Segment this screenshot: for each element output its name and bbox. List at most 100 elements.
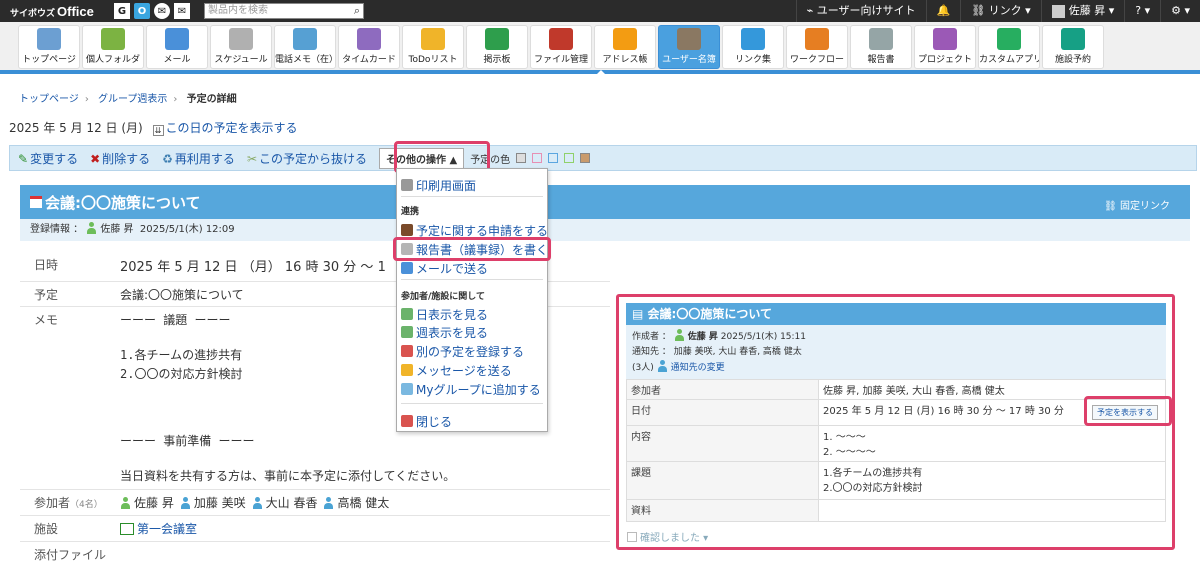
calendar-icon — [30, 196, 42, 208]
delete-button[interactable]: ✖ 削除する — [90, 150, 150, 167]
app-timecard[interactable]: タイムカード — [338, 25, 400, 69]
app-home[interactable]: トップページ — [18, 25, 80, 69]
app-label: ToDoリスト — [408, 55, 458, 65]
menu-day-view[interactable]: 日表示を見る — [401, 306, 488, 323]
stamp-icon — [401, 224, 413, 236]
nav-collapse-arrow[interactable] — [596, 70, 606, 75]
facility-label: 施設 — [34, 522, 59, 536]
popup-row: 参加者 佐藤 昇, 加藤 美咲, 大山 春香, 高橋 健太 — [626, 379, 1166, 400]
edit-button[interactable]: ✎ 変更する — [18, 150, 78, 167]
menu-add-mygroup[interactable]: Myグループに追加する — [401, 381, 541, 398]
show-schedule-button[interactable]: 予定を表示する — [1092, 405, 1158, 420]
more-actions-button[interactable]: その他の操作 ▲ — [379, 147, 465, 169]
link-menu[interactable]: ⛓ リンク ▾ — [960, 0, 1041, 22]
leave-button[interactable]: ✂ この予定から抜ける — [247, 150, 367, 167]
logo-main-text: Office — [57, 3, 94, 19]
breadcrumb-group-week[interactable]: グループ週表示 — [98, 94, 167, 105]
help-icon[interactable]: ? ▾ — [1124, 0, 1160, 22]
menu-mygroup-label: Myグループに追加する — [416, 383, 541, 397]
menu-send-mail[interactable]: メールで送る — [401, 260, 488, 277]
menu-register-other[interactable]: 別の予定を登録する — [401, 343, 524, 360]
workflow-icon — [805, 28, 829, 50]
permalink[interactable]: ⛓ 固定リンク — [1104, 197, 1170, 212]
facility-link[interactable]: 第一会議室 — [137, 522, 197, 536]
app-user-list[interactable]: ユーザー名簿 — [658, 25, 720, 69]
notify-label: 通知先 ： — [632, 347, 671, 357]
app-todo[interactable]: ToDoリスト — [402, 25, 464, 69]
menu-apply-label: 予定に関する申請をする — [416, 224, 549, 238]
app-mail[interactable]: メール — [146, 25, 208, 69]
date-line: 2025 年 5 月 12 日 (月) ⇊ この日の予定を表示する — [9, 119, 298, 136]
menu-report-label: 報告書（議事録）を書く — [416, 243, 549, 257]
breadcrumb-current: 予定の詳細 — [186, 94, 237, 105]
created-at: 2025/5/1(木) 15:11 — [720, 332, 807, 342]
app-board[interactable]: 掲示板 — [466, 25, 528, 69]
creator-label: 作成者 ： — [632, 332, 671, 342]
popup-row-header: 参加者 — [626, 379, 819, 400]
menu-send-message[interactable]: メッセージを送る — [401, 362, 512, 379]
reg-label: 登録情報 ： — [30, 224, 84, 235]
attendee[interactable]: 大山 春香 — [252, 496, 317, 510]
user-icon — [86, 222, 97, 234]
user-icon — [180, 497, 191, 509]
app-label: 掲示板 — [483, 55, 511, 65]
app-globe[interactable]: リンク集 — [722, 25, 784, 69]
app-workflow[interactable]: ワークフロー — [786, 25, 848, 69]
menu-apply[interactable]: 予定に関する申請をする — [401, 222, 548, 239]
creator-name[interactable]: 佐藤 昇 — [688, 332, 718, 342]
confirm-button[interactable]: 確認しました ▾ — [627, 529, 708, 544]
user-site-label: ユーザー向けサイト — [816, 4, 916, 17]
app-project[interactable]: プロジェクト — [914, 25, 976, 69]
app-facility[interactable]: 施設予約 — [1042, 25, 1104, 69]
color-swatch-gray[interactable] — [516, 153, 527, 163]
gear-icon[interactable]: ⚙ ▾ — [1160, 0, 1200, 22]
popup-row-value — [818, 499, 1166, 522]
attendee[interactable]: 加藤 美咲 — [180, 496, 246, 510]
popup-row-value: 1.各チームの進捗共有 2.〇〇の対応方針検討 — [818, 461, 1166, 500]
menu-section-link: 連携 — [401, 207, 420, 217]
color-swatch-green[interactable] — [564, 153, 575, 163]
home-icon — [37, 28, 61, 50]
app-calendar[interactable]: スケジュール — [210, 25, 272, 69]
app-label: カスタムアプリ — [979, 55, 1040, 65]
app-folder[interactable]: 個人フォルダ — [82, 25, 144, 69]
menu-close[interactable]: 閉じる — [401, 413, 452, 430]
user-menu[interactable]: 佐藤 昇 ▾ — [1040, 0, 1125, 22]
color-swatch-pink[interactable] — [532, 153, 543, 163]
logo[interactable]: サイボウズ Office — [10, 4, 110, 19]
reg-user[interactable]: 佐藤 昇 — [100, 224, 133, 235]
app-file[interactable]: ファイル管理 — [530, 25, 592, 69]
menu-write-report[interactable]: 報告書（議事録）を書く — [401, 241, 548, 258]
breadcrumb-home[interactable]: トップページ — [19, 94, 79, 105]
reuse-button[interactable]: ♻ 再利用する — [162, 150, 235, 167]
calendar-add-icon — [401, 345, 413, 357]
chat-icon[interactable]: ✉ — [154, 3, 170, 19]
o-icon[interactable]: O — [134, 3, 150, 19]
report-icon — [401, 243, 413, 255]
menu-print[interactable]: 印刷用画面 — [401, 177, 476, 194]
search-icon[interactable]: ⌕ — [354, 4, 360, 18]
leave-icon: ✂ — [246, 151, 257, 166]
permalink-label: 固定リンク — [1120, 201, 1170, 212]
delete-icon: ✖ — [90, 151, 101, 166]
color-swatch-brown[interactable] — [580, 153, 591, 163]
search-input[interactable]: 製品内を検索 ⌕ — [204, 3, 364, 19]
menu-week-view[interactable]: 週表示を見る — [401, 324, 488, 341]
attendee[interactable]: 高橋 健太 — [323, 496, 389, 510]
color-swatch-blue[interactable] — [548, 153, 559, 163]
app-custom-app[interactable]: カスタムアプリ — [978, 25, 1040, 69]
mail-icon[interactable]: ✉ — [174, 3, 190, 19]
attendee[interactable]: 佐藤 昇 — [120, 496, 174, 510]
app-address-book[interactable]: アドレス帳 — [594, 25, 656, 69]
notify-change-link[interactable]: 通知先の変更 — [671, 363, 725, 373]
app-phone-memo[interactable]: 電話メモ（在） — [274, 25, 336, 69]
link-icon: ⌁ — [806, 4, 814, 17]
show-day-link[interactable]: この日の予定を表示する — [166, 121, 298, 135]
app-label: リンク集 — [734, 55, 771, 65]
app-report[interactable]: 報告書 — [850, 25, 912, 69]
user-site-link[interactable]: ⌁ ユーザー向けサイト — [795, 0, 926, 22]
popup-row-header: 日付 — [626, 399, 819, 426]
g-icon[interactable]: G — [114, 3, 130, 19]
bell-icon[interactable]: 🔔 — [925, 0, 961, 22]
app-label: プロジェクト — [917, 55, 972, 65]
